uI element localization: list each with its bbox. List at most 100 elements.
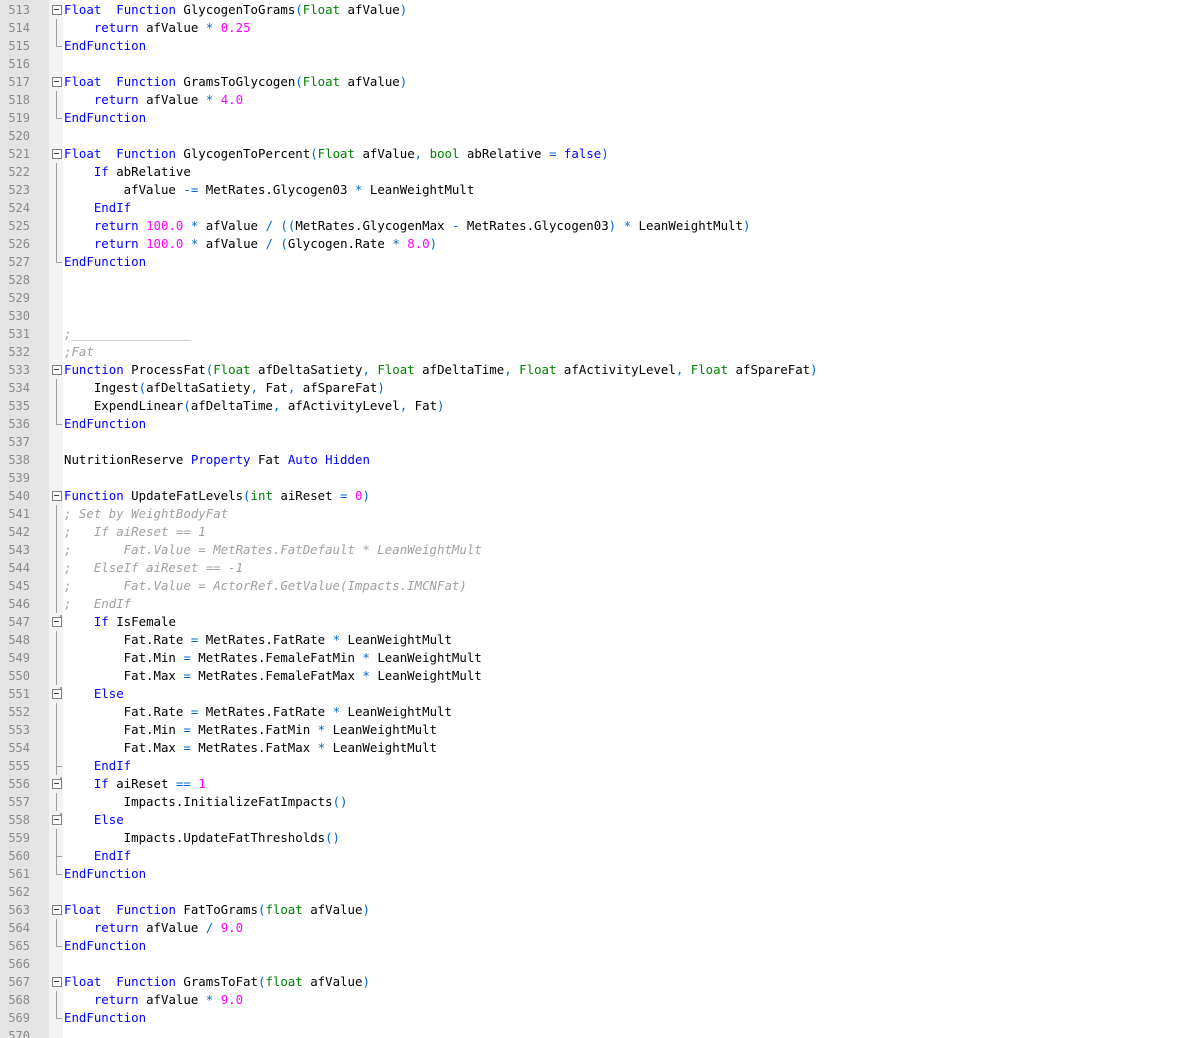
line-code: Function UpdateFatLevels(int aiReset = 0… [64, 487, 370, 505]
code-line[interactable]: 559 Impacts.UpdateFatThresholds() [0, 829, 1200, 847]
code-line[interactable]: 522 If abRelative [0, 163, 1200, 181]
code-line[interactable]: 521 Float Function GlycogenToPercent(Floa… [0, 145, 1200, 163]
code-line[interactable]: 525 return 100.0 * afValue / ((MetRates.… [0, 217, 1200, 235]
fold-toggle-icon[interactable] [50, 613, 63, 631]
code-line[interactable]: 535 ExpendLinear(afDeltaTime, afActivity… [0, 397, 1200, 415]
fold-guide [50, 181, 63, 199]
fold-toggle-icon[interactable] [50, 73, 63, 91]
code-lines[interactable]: 513 Float Function GlycogenToGrams(Float … [0, 1, 1200, 1038]
code-line[interactable]: 564 return afValue / 9.0 [0, 919, 1200, 937]
line-number: 537 [8, 435, 30, 449]
code-line[interactable]: 560 EndIf [0, 847, 1200, 865]
code-line[interactable]: 533 Function ProcessFat(Float afDeltaSati… [0, 361, 1200, 379]
code-line[interactable]: 556 If aiReset == 1 [0, 775, 1200, 793]
code-line[interactable]: 553 Fat.Min = MetRates.FatMin * LeanWeig… [0, 721, 1200, 739]
fold-toggle-icon[interactable] [50, 775, 63, 793]
code-line[interactable]: 534 Ingest(afDeltaSatiety, Fat, afSpareF… [0, 379, 1200, 397]
code-line[interactable]: 551 Else [0, 685, 1200, 703]
fold-toggle-icon[interactable] [50, 901, 63, 919]
fold-toggle-icon[interactable] [50, 685, 63, 703]
code-line[interactable]: 519 EndFunction [0, 109, 1200, 127]
code-line[interactable]: 542 ; If aiReset == 1 [0, 523, 1200, 541]
code-line[interactable]: 557 Impacts.InitializeFatImpacts() [0, 793, 1200, 811]
code-editor[interactable]: 513 Float Function GlycogenToGrams(Float … [0, 0, 1200, 1038]
code-line[interactable]: 527 EndFunction [0, 253, 1200, 271]
code-token: aiReset [108, 776, 176, 791]
code-token: afValue [302, 974, 363, 989]
code-line[interactable]: 538 NutritionReserve Property Fat Auto Hi… [0, 451, 1200, 469]
code-line[interactable]: 568 return afValue * 9.0 [0, 991, 1200, 1009]
line-code: ;________________ [64, 325, 191, 343]
line-code: EndFunction [64, 415, 146, 433]
code-line[interactable]: 563 Float Function FatToGrams(float afVal… [0, 901, 1200, 919]
fold-toggle-icon[interactable] [50, 1, 63, 19]
code-line[interactable]: 555 EndIf [0, 757, 1200, 775]
code-line[interactable]: 531 ;________________ [0, 325, 1200, 343]
code-line[interactable]: 547 If IsFemale [0, 613, 1200, 631]
fold-toggle-icon[interactable] [50, 361, 63, 379]
code-token: Float [64, 974, 102, 989]
code-token: float [265, 902, 303, 917]
code-line[interactable]: 544 ; ElseIf aiReset == -1 [0, 559, 1200, 577]
line-code: If aiReset == 1 [64, 775, 206, 793]
code-line[interactable]: 552 Fat.Rate = MetRates.FatRate * LeanWe… [0, 703, 1200, 721]
code-line[interactable]: 524 EndIf [0, 199, 1200, 217]
code-token: afValue [340, 74, 400, 89]
code-token: ( [295, 74, 303, 89]
fold-toggle-icon[interactable] [50, 811, 63, 829]
code-line[interactable]: 561 EndFunction [0, 865, 1200, 883]
line-number: 559 [8, 831, 30, 845]
code-line[interactable]: 516 [0, 55, 1200, 73]
code-line[interactable]: 550 Fat.Max = MetRates.FemaleFatMax * Le… [0, 667, 1200, 685]
fold-toggle-icon[interactable] [50, 973, 63, 991]
code-line[interactable]: 532 ;Fat [0, 343, 1200, 361]
code-token: 9.0 [220, 992, 244, 1007]
line-number: 516 [8, 57, 30, 71]
code-line[interactable]: 518 return afValue * 4.0 [0, 91, 1200, 109]
code-token: LeanWeightMult [362, 182, 475, 197]
fold-toggle-icon[interactable] [50, 145, 63, 163]
code-token: MetRates.Glycogen03 [459, 218, 609, 233]
code-line[interactable]: 540 Function UpdateFatLevels(int aiReset … [0, 487, 1200, 505]
code-line[interactable]: 567 Float Function GramsToFat(float afVal… [0, 973, 1200, 991]
code-line[interactable]: 515 EndFunction [0, 37, 1200, 55]
fold-toggle-icon[interactable] [50, 487, 63, 505]
code-token: NutritionReserve [64, 452, 191, 467]
line-number: 552 [8, 705, 30, 719]
code-line[interactable]: 570 [0, 1027, 1200, 1038]
line-number: 545 [8, 579, 30, 593]
code-token: If [93, 164, 109, 179]
code-line[interactable]: 520 [0, 127, 1200, 145]
line-number: 539 [8, 471, 30, 485]
code-line[interactable]: 537 [0, 433, 1200, 451]
code-line[interactable]: 528 [0, 271, 1200, 289]
code-line[interactable]: 514 return afValue * 0.25 [0, 19, 1200, 37]
code-line[interactable]: 529 [0, 289, 1200, 307]
code-line[interactable]: 513 Float Function GlycogenToGrams(Float … [0, 1, 1200, 19]
code-line[interactable]: 548 Fat.Rate = MetRates.FatRate * LeanWe… [0, 631, 1200, 649]
code-line[interactable]: 569 EndFunction [0, 1009, 1200, 1027]
code-line[interactable]: 543 ; Fat.Value = MetRates.FatDefault * L… [0, 541, 1200, 559]
code-line[interactable]: 539 [0, 469, 1200, 487]
code-token: Float [519, 362, 557, 377]
code-line[interactable]: 526 return 100.0 * afValue / (Glycogen.R… [0, 235, 1200, 253]
code-token: Else [93, 812, 124, 827]
code-line[interactable]: 545 ; Fat.Value = ActorRef.GetValue(Impac… [0, 577, 1200, 595]
code-token: ( [310, 146, 318, 161]
code-line[interactable]: 546 ; EndIf [0, 595, 1200, 613]
code-line[interactable]: 517 Float Function GramsToGlycogen(Float … [0, 73, 1200, 91]
code-line[interactable]: 541 ; Set by WeightBodyFat [0, 505, 1200, 523]
code-line[interactable]: 523 afValue -= MetRates.Glycogen03 * Lea… [0, 181, 1200, 199]
code-line[interactable]: 565 EndFunction [0, 937, 1200, 955]
code-line[interactable]: 530 [0, 307, 1200, 325]
code-line[interactable]: 558 Else [0, 811, 1200, 829]
code-line[interactable]: 562 [0, 883, 1200, 901]
code-line[interactable]: 566 [0, 955, 1200, 973]
code-token: afSpareFat [728, 362, 811, 377]
code-line[interactable]: 549 Fat.Min = MetRates.FemaleFatMin * Le… [0, 649, 1200, 667]
code-line[interactable]: 536 EndFunction [0, 415, 1200, 433]
code-token: afDeltaSatiety [250, 362, 363, 377]
code-line[interactable]: 554 Fat.Max = MetRates.FatMax * LeanWeig… [0, 739, 1200, 757]
